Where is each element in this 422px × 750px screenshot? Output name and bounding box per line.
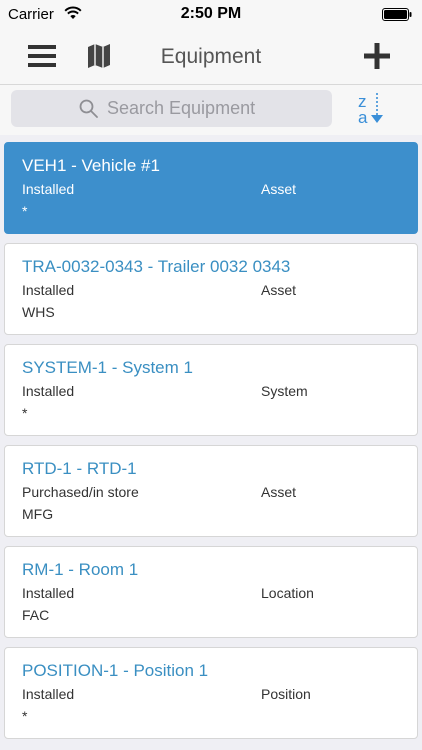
equipment-type: Location xyxy=(261,585,314,601)
equipment-status: Installed xyxy=(22,383,75,399)
equipment-card[interactable]: VEH1 - Vehicle #1 Installed Asset * xyxy=(4,142,418,234)
page-title: Equipment xyxy=(160,45,262,68)
equipment-location: * xyxy=(22,405,28,421)
equipment-title: POSITION-1 - Position 1 xyxy=(22,661,209,680)
equipment-type: Asset xyxy=(261,181,297,197)
equipment-card[interactable]: POSITION-1 - Position 1 Installed Position… xyxy=(4,647,418,739)
battery-icon xyxy=(382,8,412,21)
equipment-status: Installed xyxy=(22,282,75,298)
search-icon xyxy=(79,99,98,118)
equipment-type: System xyxy=(261,383,308,399)
equipment-title: TRA-0032-0343 - Trailer 0032 0343 xyxy=(22,257,291,276)
equipment-card[interactable]: TRA-0032-0343 - Trailer 0032 0343 Install… xyxy=(4,243,418,335)
equipment-title: RM-1 - Room 1 xyxy=(22,560,139,579)
status-bar: Carrier 2:50 PM xyxy=(0,0,422,30)
equipment-location: * xyxy=(22,203,28,219)
equipment-location: FAC xyxy=(22,607,50,623)
equipment-location: MFG xyxy=(22,506,54,522)
add-icon[interactable] xyxy=(364,43,390,69)
status-time: 2:50 PM xyxy=(180,5,242,22)
search-input[interactable] xyxy=(107,90,327,127)
equipment-card[interactable]: RM-1 - Room 1 Installed Location FAC xyxy=(4,546,418,638)
equipment-status: Installed xyxy=(22,181,75,197)
equipment-status: Purchased/in store xyxy=(22,484,139,500)
equipment-title: SYSTEM-1 - System 1 xyxy=(22,358,193,377)
sort-button[interactable]: z a xyxy=(350,89,390,129)
equipment-card[interactable]: SYSTEM-1 - System 1 Installed System * xyxy=(4,344,418,436)
equipment-type: Position xyxy=(261,686,311,702)
equipment-location: WHS xyxy=(22,304,55,320)
sort-descending-icon xyxy=(371,93,383,123)
equipment-title: RTD-1 - RTD-1 xyxy=(22,459,137,478)
sort-letter-bottom: a xyxy=(358,108,368,127)
search-row: z a xyxy=(0,85,422,135)
equipment-status: Installed xyxy=(22,686,75,702)
equipment-status: Installed xyxy=(22,585,75,601)
equipment-card[interactable]: RTD-1 - RTD-1 Purchased/in store Asset MFG xyxy=(4,445,418,537)
search-bar[interactable] xyxy=(11,90,332,127)
nav-bar: Equipment xyxy=(0,30,422,85)
equipment-location: * xyxy=(22,708,28,724)
equipment-type: Asset xyxy=(261,282,297,298)
equipment-title: VEH1 - Vehicle #1 xyxy=(22,156,160,175)
equipment-type: Asset xyxy=(261,484,297,500)
